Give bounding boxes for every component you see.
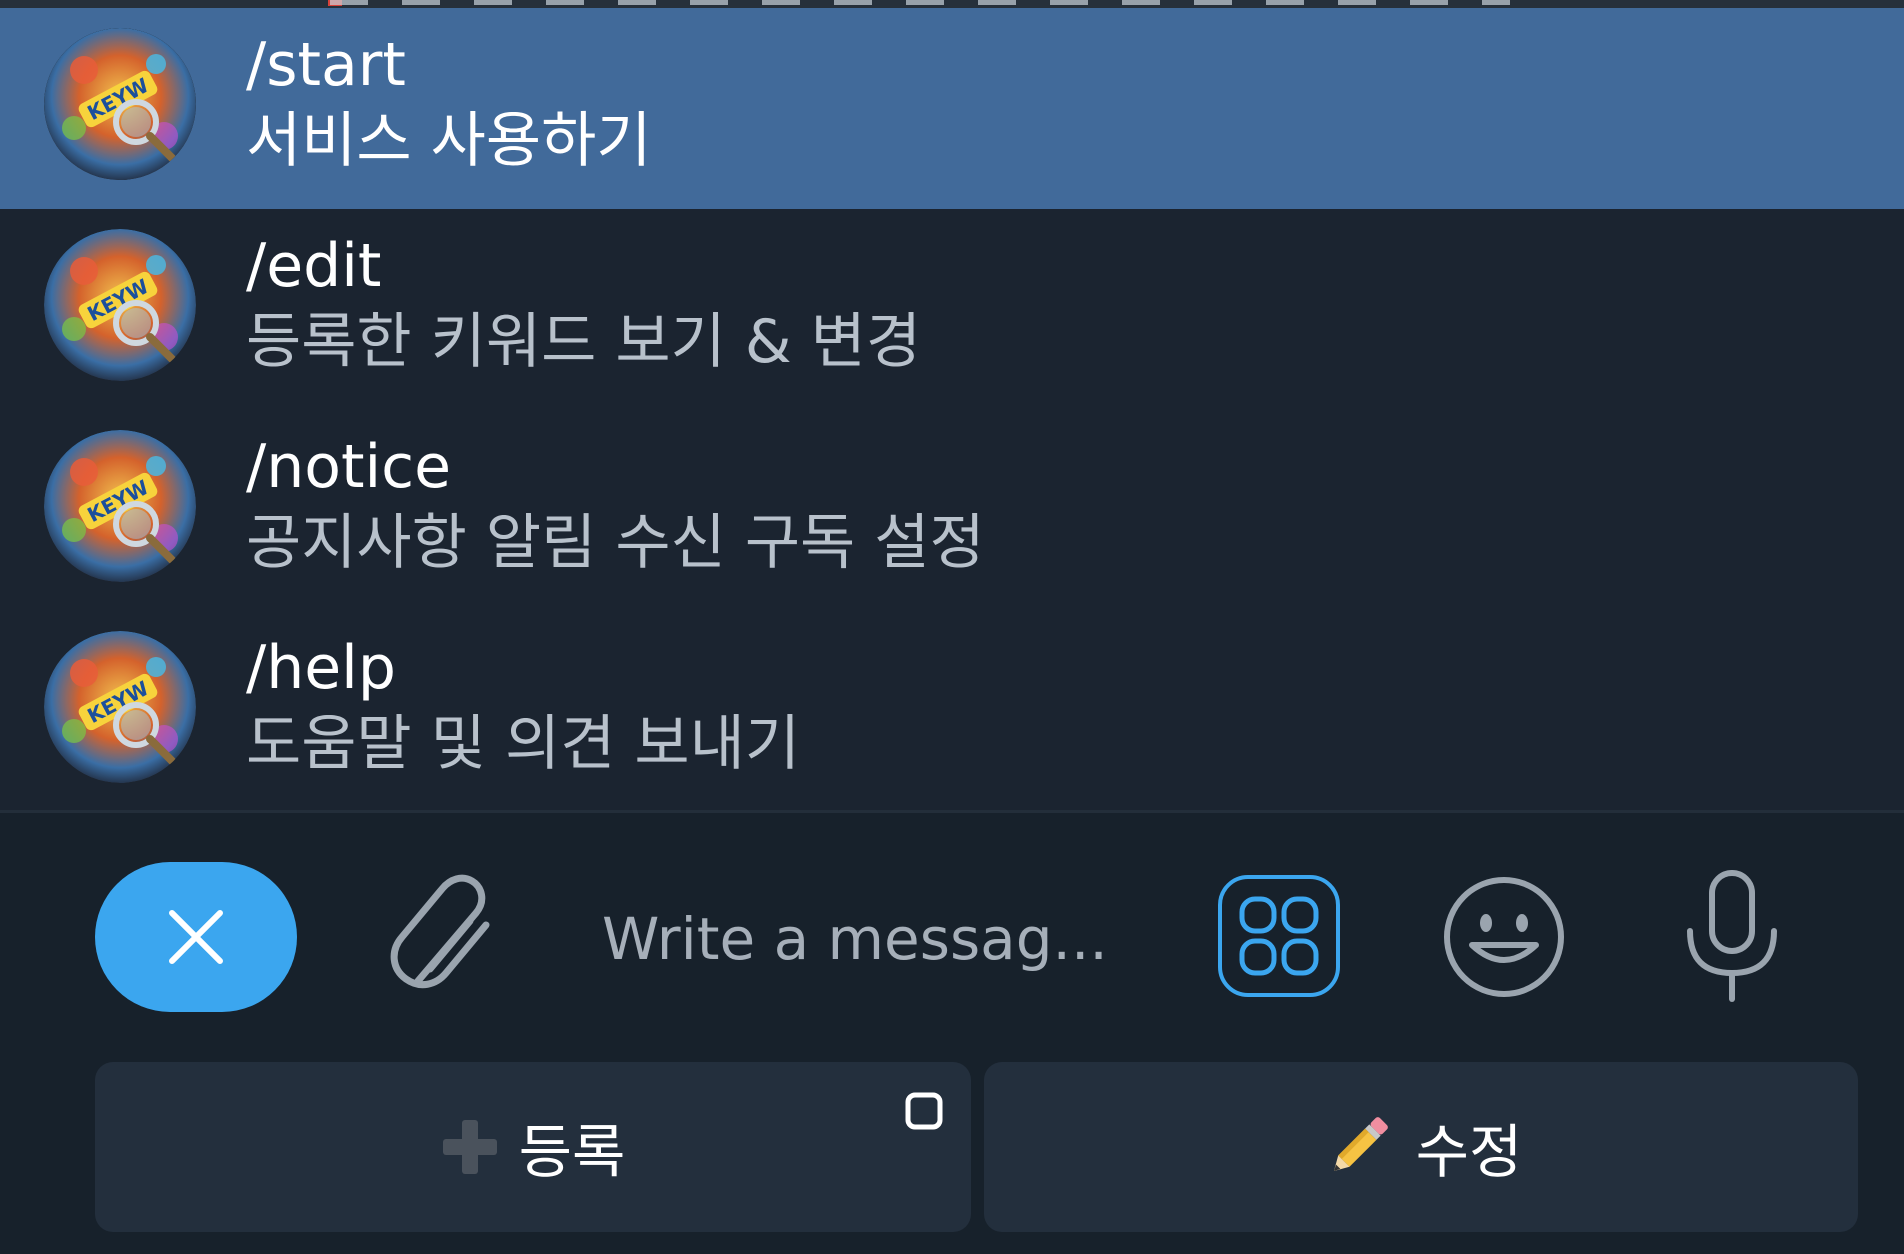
close-button[interactable] [95,862,297,1012]
smiley-icon[interactable] [1442,875,1566,999]
edit-label: 수정 [1415,1118,1523,1186]
register-label: 등록 [518,1118,626,1186]
command-description: 공지사항 알림 수신 구독 설정 [246,508,985,578]
bot-menu-grid-icon [1239,896,1319,976]
command-description: 등록한 키워드 보기 & 변경 [246,307,922,377]
reply-keyboard: 등록 수정 [0,1048,1904,1254]
command-item-notice[interactable]: KEYW /notice 공지사항 알림 수신 구독 설정 [0,410,1904,611]
message-composer [0,813,1904,1048]
cut-off-message-area [0,0,1904,8]
bot-command-list: KEYW /start 서비스 사용하기 KEYW /edit 등록한 키워드 … [0,8,1904,812]
command-name: /notice [246,432,452,502]
square-icon [905,1092,943,1130]
bot-menu-button[interactable] [1218,875,1340,997]
command-name: /start [246,30,406,100]
telegram-chat-composer: KEYW /start 서비스 사용하기 KEYW /edit 등록한 키워드 … [0,0,1904,1254]
command-item-edit[interactable]: KEYW /edit 등록한 키워드 보기 & 변경 [0,209,1904,410]
command-item-help[interactable]: KEYW /help 도움말 및 의견 보내기 [0,611,1904,812]
bot-avatar-icon: KEYW [44,229,196,381]
bot-avatar-icon: KEYW [44,631,196,783]
close-icon [169,910,223,964]
message-input[interactable] [600,893,1164,985]
command-description: 서비스 사용하기 [246,106,652,176]
command-name: /edit [246,231,382,301]
edit-button[interactable]: 수정 [984,1062,1858,1232]
command-description: 도움말 및 의견 보내기 [246,709,801,779]
plus-icon [441,1118,499,1176]
command-item-start[interactable]: KEYW /start 서비스 사용하기 [0,8,1904,209]
pencil-icon [1320,1109,1396,1185]
register-button[interactable]: 등록 [95,1062,971,1232]
bot-avatar-icon: KEYW [44,28,196,180]
microphone-icon[interactable] [1682,869,1782,1005]
paperclip-icon[interactable] [390,873,510,1001]
bot-avatar-icon: KEYW [44,430,196,582]
command-name: /help [246,633,396,703]
